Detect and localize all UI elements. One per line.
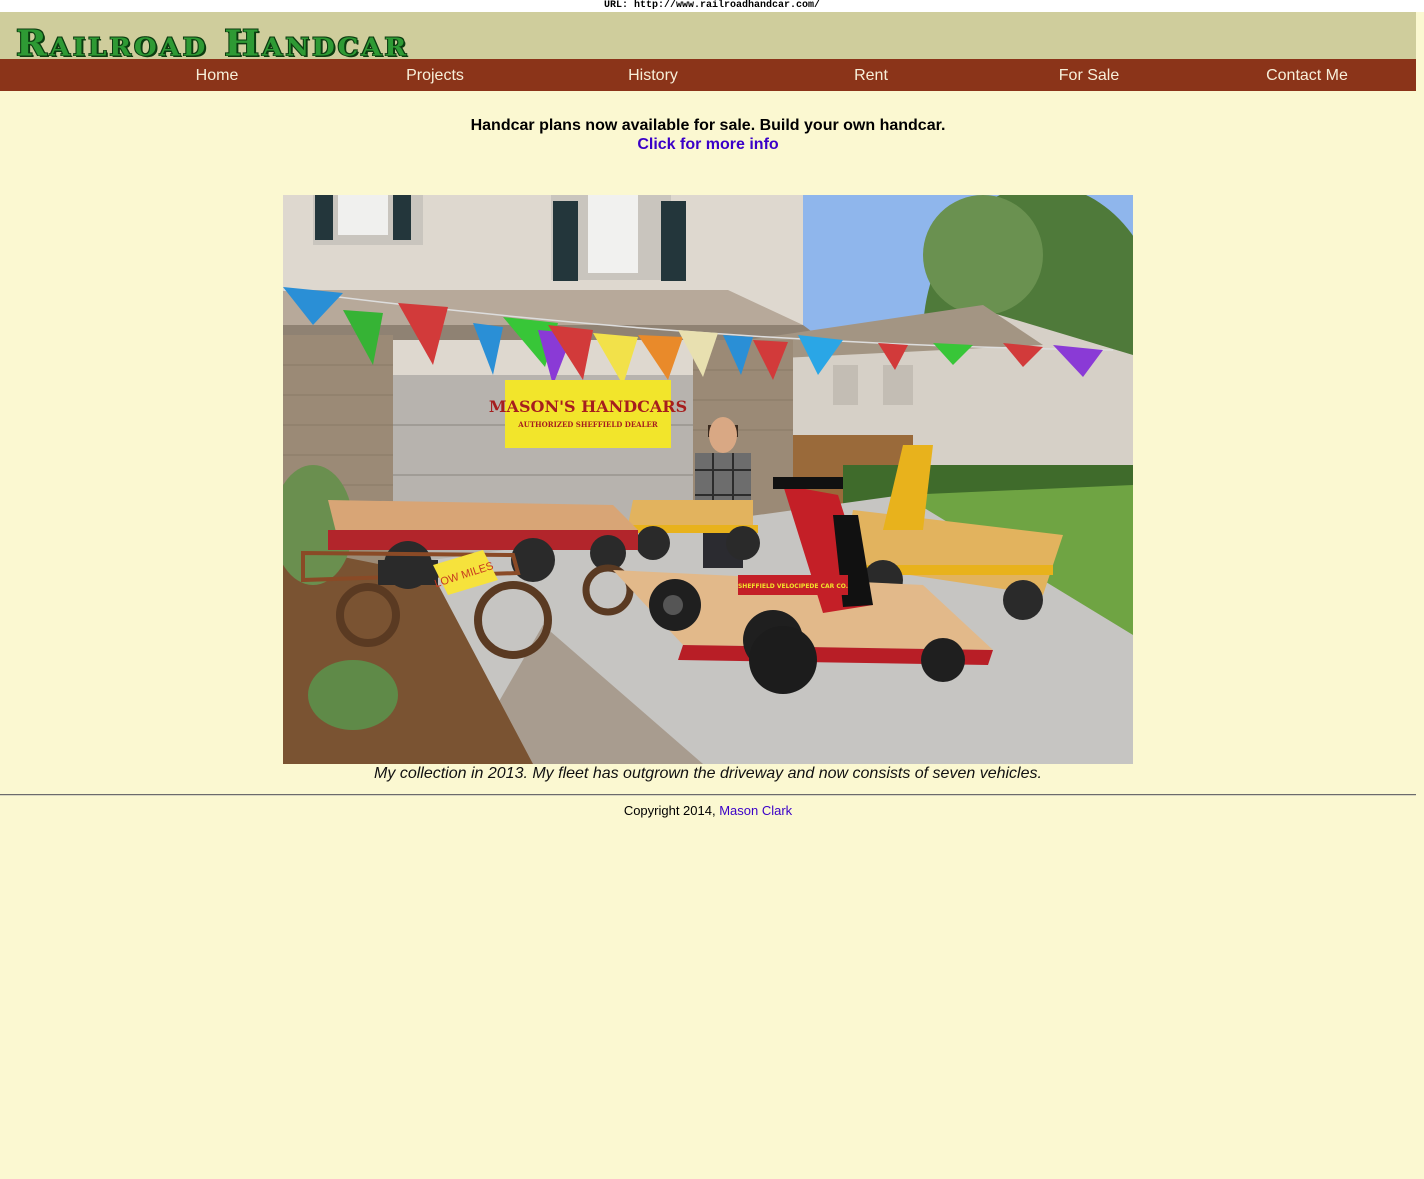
announcement: Handcar plans now available for sale. Bu… xyxy=(0,116,1416,154)
nav-contact-me-link[interactable]: Contact Me xyxy=(1247,59,1367,91)
announcement-text: Handcar plans now available for sale. Bu… xyxy=(470,117,946,134)
photo-banner-subtitle: AUTHORIZED SHEFFIELD DEALER xyxy=(517,420,658,429)
url-bar: URL: http://www.railroadhandcar.com/ xyxy=(0,0,1424,12)
nav-projects-link[interactable]: Projects xyxy=(385,59,485,91)
handcar-lettering: SHEFFIELD VELOCIPEDE CAR CO. xyxy=(738,583,848,590)
nav-for-sale-link[interactable]: For Sale xyxy=(1039,59,1139,91)
nav-rent-link[interactable]: Rent xyxy=(831,59,911,91)
photo-caption: My collection in 2013. My fleet has outg… xyxy=(374,765,1042,782)
footer: Copyright 2014, Mason Clark xyxy=(0,803,1416,819)
copyright-text: Copyright 2014, xyxy=(623,803,716,818)
photo-banner-title: MASON'S HANDCARS xyxy=(489,397,687,416)
site-banner: Railroad Handcar xyxy=(0,12,1416,64)
main-nav: Home Projects History Rent For Sale Cont… xyxy=(0,59,1416,91)
nav-history-link[interactable]: History xyxy=(603,59,703,91)
handcar-collection-photo: MASON'S HANDCARS AUTHORIZED SHEFFIELD DE… xyxy=(283,195,1133,764)
more-info-link[interactable]: Click for more info xyxy=(637,136,778,153)
footer-divider xyxy=(0,794,1416,796)
author-link[interactable]: Mason Clark xyxy=(719,803,792,818)
site-logo[interactable]: Railroad Handcar xyxy=(16,22,409,64)
nav-home-link[interactable]: Home xyxy=(177,59,257,91)
